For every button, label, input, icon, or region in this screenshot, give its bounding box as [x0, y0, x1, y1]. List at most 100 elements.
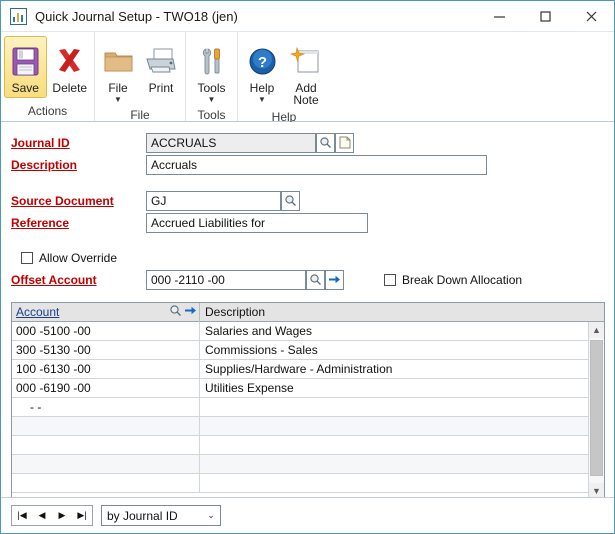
row-account: 000 -6190 -00: [12, 379, 200, 397]
allow-override-checkbox[interactable]: [21, 252, 33, 264]
break-down-allocation-row: Break Down Allocation: [384, 273, 522, 287]
help-circle-icon: ?: [247, 40, 278, 82]
file-menu-button[interactable]: File ▼: [98, 36, 138, 107]
grid-header-account[interactable]: Account: [12, 303, 200, 322]
floppy-disk-icon: [9, 40, 42, 82]
magnifier-icon: [284, 194, 297, 207]
grid-header: Account: [12, 303, 604, 322]
footer-bar: |◀ ◀ ▶ ▶| by Journal ID ⌄: [1, 497, 614, 533]
row-description: [200, 417, 604, 435]
table-row[interactable]: 000 -6190 -00 Utilities Expense: [12, 379, 604, 398]
reference-value: Accrued Liabilities for: [151, 216, 367, 230]
red-x-icon: [53, 40, 86, 82]
save-button-label: Save: [12, 82, 39, 95]
svg-text:?: ?: [257, 54, 266, 71]
magnifier-icon: [319, 136, 332, 149]
grid-lookup-button[interactable]: [169, 304, 182, 320]
tools-menu-label: Tools: [197, 82, 225, 95]
arrow-right-icon: [328, 274, 341, 285]
scroll-up-icon[interactable]: ▲: [589, 322, 604, 338]
window-title: Quick Journal Setup - TWO18 (jen): [35, 9, 238, 24]
next-record-button[interactable]: ▶: [52, 506, 72, 525]
chevron-down-icon: ▼: [114, 96, 122, 104]
ribbon-group-tools: Tools ▼ Tools: [186, 32, 238, 121]
maximize-button[interactable]: [522, 1, 568, 32]
scrollbar-track[interactable]: [589, 338, 604, 483]
table-row-empty[interactable]: [12, 417, 604, 436]
sort-by-value: by Journal ID: [107, 509, 202, 523]
offset-account-input[interactable]: 000 -2110 -00: [146, 270, 306, 290]
minimize-button[interactable]: [476, 1, 522, 32]
row-description: [200, 455, 604, 473]
journal-id-row: Journal ID ACCRUALS: [11, 132, 614, 153]
form-spacer: [11, 176, 614, 190]
row-description: Salaries and Wages: [200, 322, 604, 340]
print-button[interactable]: Print: [140, 36, 182, 98]
last-record-button[interactable]: ▶|: [72, 506, 92, 525]
app-icon: [10, 8, 27, 25]
ribbon-group-actions: Save Delete Actions: [1, 32, 95, 121]
table-row[interactable]: 000 -5100 -00 Salaries and Wages: [12, 322, 604, 341]
delete-button-label: Delete: [52, 82, 87, 95]
offset-account-label: Offset Account: [11, 273, 146, 287]
source-document-input[interactable]: GJ: [146, 191, 281, 211]
journal-id-new-doc-button[interactable]: [335, 133, 354, 153]
description-input[interactable]: Accruals: [146, 155, 487, 175]
add-note-button-label: Add Note: [288, 82, 324, 106]
previous-record-button[interactable]: ◀: [32, 506, 52, 525]
reference-row: Reference Accrued Liabilities for: [11, 212, 614, 233]
file-menu-label: File: [108, 82, 127, 95]
printer-icon: [143, 40, 179, 82]
title-bar: Quick Journal Setup - TWO18 (jen): [1, 1, 614, 32]
break-down-allocation-checkbox[interactable]: [384, 274, 396, 286]
wrench-screwdriver-icon: [197, 40, 227, 82]
chevron-down-icon: ⌄: [202, 510, 220, 521]
journal-id-input[interactable]: ACCRUALS: [146, 133, 316, 153]
allow-override-row: Allow Override: [21, 248, 614, 267]
reference-input[interactable]: Accrued Liabilities for: [146, 213, 368, 233]
table-row[interactable]: 300 -5130 -00 Commissions - Sales: [12, 341, 604, 360]
journal-id-lookup-button[interactable]: [316, 133, 335, 153]
help-menu-button[interactable]: ? Help ▼: [241, 36, 283, 107]
close-button[interactable]: [568, 1, 614, 32]
row-description: [200, 474, 604, 492]
accounts-grid: Account: [11, 302, 605, 500]
grid-header-account-icons: [169, 304, 199, 320]
ribbon-group-tools-title: Tools: [188, 107, 235, 123]
ribbon-group-file-title: File: [97, 107, 183, 123]
sort-by-select[interactable]: by Journal ID ⌄: [101, 505, 221, 526]
table-row[interactable]: 100 -6130 -00 Supplies/Hardware - Admini…: [12, 360, 604, 379]
row-description: Commissions - Sales: [200, 341, 604, 359]
table-row-empty[interactable]: - -: [12, 398, 604, 417]
allow-override-label: Allow Override: [39, 251, 117, 265]
help-menu-label: Help: [250, 82, 275, 95]
delete-button[interactable]: Delete: [49, 36, 92, 98]
add-note-button[interactable]: Add Note: [285, 36, 327, 109]
source-document-lookup-button[interactable]: [281, 191, 300, 211]
tools-menu-button[interactable]: Tools ▼: [189, 36, 234, 107]
form-spacer-2: [11, 234, 614, 248]
row-description: [200, 398, 604, 416]
row-account: 000 -5100 -00: [12, 322, 200, 340]
source-document-label: Source Document: [11, 194, 146, 208]
form-body: Journal ID ACCRUALS: [1, 122, 614, 533]
break-down-allocation-label: Break Down Allocation: [402, 273, 522, 287]
add-note-icon: [290, 40, 322, 82]
grid-goto-button[interactable]: [184, 305, 197, 319]
table-row-empty[interactable]: [12, 474, 604, 493]
offset-account-lookup-button[interactable]: [306, 270, 325, 290]
row-account: 100 -6130 -00: [12, 360, 200, 378]
table-row-empty[interactable]: [12, 436, 604, 455]
source-document-value: GJ: [151, 194, 280, 208]
table-row-empty[interactable]: [12, 455, 604, 474]
first-record-button[interactable]: |◀: [12, 506, 32, 525]
scrollbar-thumb[interactable]: [590, 340, 603, 476]
ribbon-group-actions-title: Actions: [3, 103, 92, 121]
row-account: 300 -5130 -00: [12, 341, 200, 359]
offset-account-goto-button[interactable]: [325, 270, 344, 290]
grid-vertical-scrollbar[interactable]: ▲ ▼: [588, 322, 604, 499]
save-button[interactable]: Save: [4, 36, 47, 98]
journal-id-label: Journal ID: [11, 136, 146, 150]
source-document-row: Source Document GJ: [11, 190, 614, 211]
row-account: [12, 455, 200, 473]
